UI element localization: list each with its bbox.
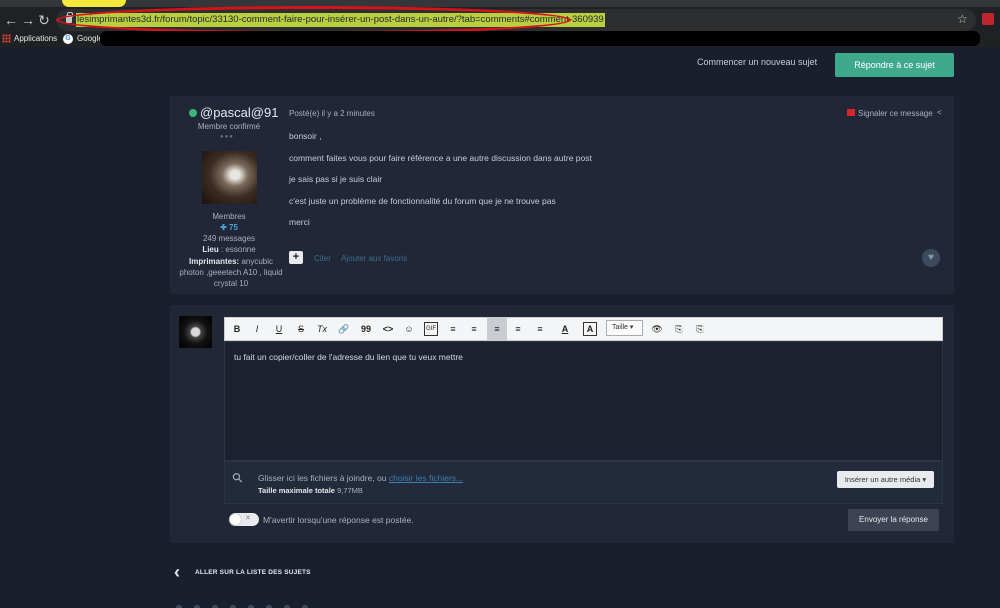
post-timestamp[interactable]: Posté(e) il y a 2 minutes	[289, 109, 375, 118]
bookmark-applications[interactable]: Applications	[14, 34, 57, 43]
reply-topic-button[interactable]: Répondre à ce sujet	[835, 53, 954, 77]
choose-files-link[interactable]: choisir les fichiers...	[389, 473, 463, 483]
annotation-circle	[56, 6, 571, 34]
post-line: bonsoir ,	[289, 131, 322, 141]
reputation-value: 75	[229, 223, 238, 232]
location-label: Lieu	[202, 245, 219, 254]
quote-link[interactable]: Citer	[314, 254, 331, 263]
google-icon: G	[63, 34, 73, 44]
emoji-icon[interactable]: ☺	[402, 322, 416, 336]
post-line: merci	[289, 217, 310, 227]
printers-label: Imprimantes:	[188, 257, 240, 266]
reload-icon[interactable]: ↻	[36, 12, 52, 28]
author-printers: Imprimantes: anycubic photon ,geeetech A…	[176, 256, 286, 289]
font-size-label: Taille	[612, 324, 628, 331]
author-role: Membre confirmé	[197, 122, 261, 131]
editor-content[interactable]: tu fait un copier/coller de l'adresse du…	[234, 352, 463, 362]
code-icon[interactable]: <>	[381, 322, 395, 336]
star-icon[interactable]: ☆	[957, 12, 968, 26]
rank-dots: ●●●	[220, 134, 234, 140]
max-size-label: Taille maximale totale	[258, 486, 335, 495]
source-icon[interactable]: ⎘	[672, 322, 686, 336]
notify-label: M'avertir lorsqu'une réponse est postée.	[263, 515, 414, 525]
quote-icon[interactable]: 99	[359, 322, 373, 336]
back-icon[interactable]: ←	[3, 12, 19, 28]
share-icons-row	[170, 603, 320, 608]
report-link[interactable]: Signaler ce message	[858, 109, 933, 118]
template-icon[interactable]: ⎘	[693, 322, 707, 336]
align-right-icon[interactable]: ≡	[533, 322, 547, 336]
bullet-list-icon[interactable]: ≡	[446, 322, 460, 336]
max-size-info: Taille maximale totale 9,77MB	[258, 486, 363, 495]
post-line: c'est juste un problème de fonctionnalit…	[289, 196, 556, 206]
underline-button[interactable]: U	[272, 322, 286, 336]
author-name[interactable]: @pascal@91	[200, 105, 278, 120]
bg-color-icon[interactable]: A	[583, 322, 597, 336]
bookmark-google[interactable]: Google	[77, 34, 103, 43]
redaction-bar	[100, 31, 980, 46]
post-line: je sais pas si je suis clair	[289, 174, 383, 184]
location-value: : essonne	[218, 245, 256, 254]
drop-files-label: Glisser ici les fichiers à joindre, ou	[258, 473, 389, 483]
heart-icon[interactable]: ♥	[922, 249, 940, 267]
tab-strip	[0, 0, 1000, 7]
clear-format-button[interactable]: Tx	[315, 322, 329, 336]
preview-icon[interactable]: 👁	[650, 322, 664, 336]
toggle-knob	[230, 514, 241, 525]
share-icon[interactable]: <	[937, 108, 942, 117]
bold-button[interactable]: B	[230, 322, 244, 336]
apps-grid-icon[interactable]	[2, 34, 11, 43]
author-location: Lieu : essonne	[170, 245, 288, 254]
post-line: comment faites vous pour faire référence…	[289, 153, 592, 163]
extension-icon[interactable]	[982, 13, 994, 25]
online-status-icon	[189, 109, 197, 117]
member-group: Membres	[212, 212, 246, 221]
chevron-left-icon[interactable]: ‹	[174, 562, 180, 583]
font-size-select[interactable]: Taille ▾	[606, 320, 643, 336]
drop-files-text: Glisser ici les fichiers à joindre, ou c…	[258, 473, 463, 483]
gif-button[interactable]: GIF	[424, 322, 438, 336]
back-to-topics-link[interactable]: ALLER SUR LA LISTE DES SUJETS	[195, 569, 311, 576]
strike-button[interactable]: S	[294, 322, 308, 336]
avatar	[179, 316, 212, 348]
send-reply-button[interactable]: Envoyer la réponse	[848, 509, 939, 531]
align-center-icon[interactable]: ≡	[511, 322, 525, 336]
reputation-badge: ✚ 75	[220, 223, 238, 232]
numbered-list-icon[interactable]: ≡	[467, 322, 481, 336]
flag-icon	[847, 109, 855, 116]
new-topic-button[interactable]: Commencer un nouveau sujet	[697, 57, 817, 67]
favorite-link[interactable]: Ajouter aux favoris	[341, 254, 407, 263]
message-count: 249 messages	[202, 234, 256, 243]
highlight-mark	[62, 0, 126, 7]
insert-media-button[interactable]: Insérer un autre média ▾	[837, 471, 934, 488]
multiquote-button[interactable]: +	[289, 251, 303, 264]
italic-button[interactable]: I	[250, 322, 264, 336]
forward-icon[interactable]: →	[20, 12, 36, 28]
text-color-icon[interactable]: A	[558, 322, 572, 336]
align-left-icon[interactable]: ≡	[487, 318, 507, 340]
link-icon[interactable]: 🔗	[337, 322, 351, 336]
avatar[interactable]	[202, 151, 257, 204]
max-size-value: 9,77MB	[334, 486, 363, 495]
